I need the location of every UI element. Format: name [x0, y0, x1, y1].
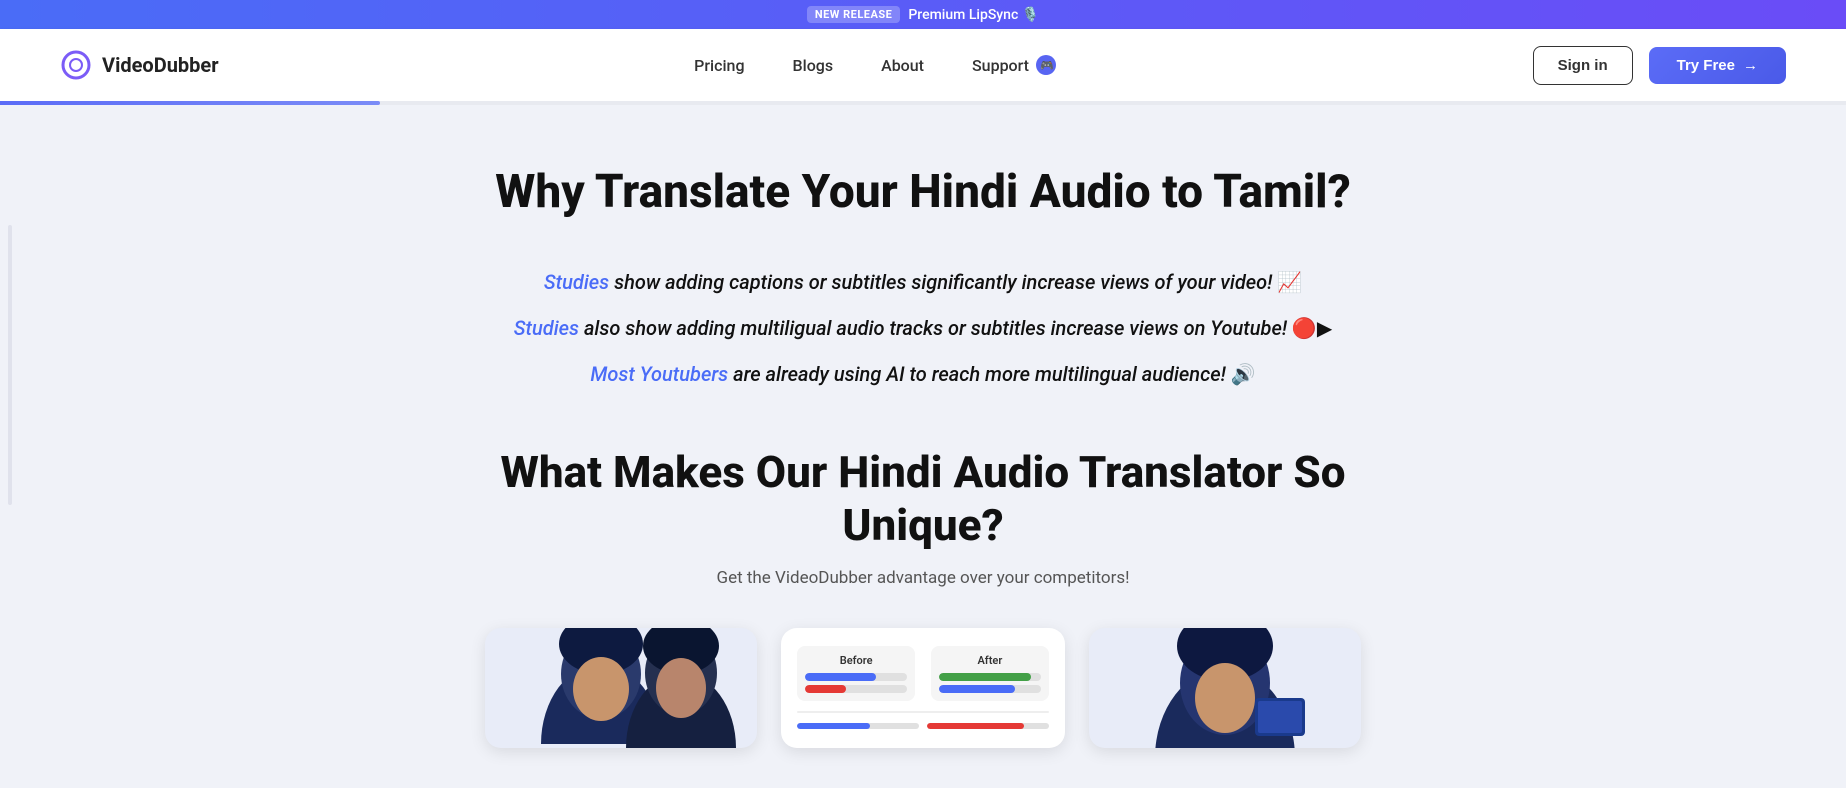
try-free-arrow: →: [1743, 57, 1758, 74]
unique-title: What Makes Our Hindi Audio Translator So…: [473, 446, 1373, 552]
main-content: Why Translate Your Hindi Audio to Tamil?…: [0, 105, 1846, 788]
card-right: [1089, 628, 1361, 748]
svg-text:🎮: 🎮: [1040, 59, 1054, 72]
unique-subtitle: Get the VideoDubber advantage over your …: [473, 568, 1373, 588]
stat-2-link[interactable]: Studies: [514, 316, 584, 340]
stat-1-emoji: 📈: [1277, 270, 1302, 294]
card-bottom-bars: [797, 723, 1049, 729]
cards-row: Before After: [473, 628, 1373, 748]
stat-1-link[interactable]: Studies: [544, 270, 614, 294]
try-free-button[interactable]: Try Free →: [1649, 47, 1786, 84]
stat-3-emoji: 🔊: [1231, 362, 1256, 386]
card-middle: Before After: [781, 628, 1065, 748]
scroll-indicator: [8, 225, 12, 505]
bar-before-2: [805, 685, 907, 693]
card-divider: [797, 711, 1049, 713]
card-data-left: Before: [797, 646, 915, 701]
card-data-right: After: [931, 646, 1049, 701]
logo-text: VideoDubber: [102, 53, 219, 77]
new-release-badge: NEW RELEASE: [807, 6, 901, 23]
bar-bottom-1: [797, 723, 919, 729]
why-title: Why Translate Your Hindi Audio to Tamil?: [473, 165, 1373, 220]
logo-icon: [60, 49, 92, 81]
unique-section: What Makes Our Hindi Audio Translator So…: [473, 446, 1373, 748]
logo-link[interactable]: VideoDubber: [60, 49, 219, 81]
nav-support[interactable]: Support 🎮: [972, 54, 1057, 76]
stat-1: Studies show adding captions or subtitle…: [473, 270, 1373, 294]
stat-3-link[interactable]: Most Youtubers: [590, 362, 733, 386]
navbar: VideoDubber Pricing Blogs About Support …: [0, 29, 1846, 101]
bar-bottom-2: [927, 723, 1049, 729]
bar-after-1: [939, 673, 1041, 681]
bar-after-2: [939, 685, 1041, 693]
avatar-right-card-svg: [1115, 628, 1335, 748]
nav-actions: Sign in Try Free →: [1533, 46, 1786, 85]
announcement-text: Premium LipSync 🎙️: [908, 7, 1039, 23]
sign-in-button[interactable]: Sign in: [1533, 46, 1633, 85]
stat-2-emoji: 🔴▶: [1292, 316, 1332, 340]
card-left: [485, 628, 757, 748]
bar-before-1: [805, 673, 907, 681]
discord-icon: 🎮: [1035, 54, 1057, 76]
avatar-right-svg: [611, 628, 757, 748]
why-section: Why Translate Your Hindi Audio to Tamil?…: [473, 165, 1373, 386]
nav-blogs[interactable]: Blogs: [793, 56, 834, 75]
nav-links: Pricing Blogs About Support 🎮: [694, 54, 1057, 76]
card-right-content: [1089, 628, 1361, 748]
avatar-left: [521, 628, 721, 748]
announcement-bar: NEW RELEASE Premium LipSync 🎙️: [0, 0, 1846, 29]
card-middle-top: Before After: [797, 646, 1049, 701]
nav-about[interactable]: About: [881, 56, 924, 75]
stat-3: Most Youtubers are already using AI to r…: [473, 362, 1373, 386]
nav-pricing[interactable]: Pricing: [694, 56, 744, 75]
stat-2: Studies also show adding multiligual aud…: [473, 316, 1373, 340]
stats-list: Studies show adding captions or subtitle…: [473, 270, 1373, 386]
